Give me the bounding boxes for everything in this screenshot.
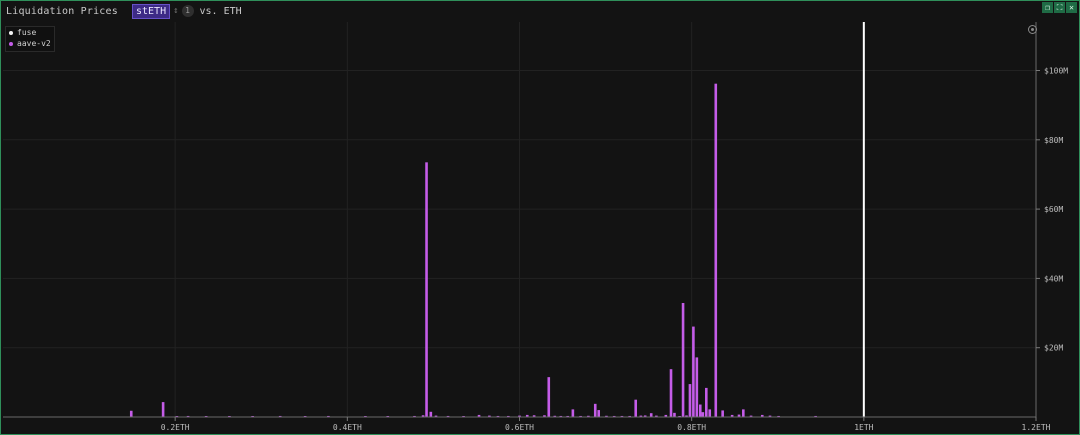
bar-aave-v2 [673,412,676,417]
y-tick-label: $20M [1044,344,1063,353]
bar-aave-v2 [669,369,673,417]
bar-aave-v2 [129,410,133,417]
bar-aave-v2 [597,410,600,417]
legend-item-aave-v2[interactable]: aave-v2 [6,38,54,49]
bar-aave-v2 [708,409,712,417]
bar-aave-v2 [692,326,695,417]
y-tick-label: $40M [1044,274,1063,283]
bar-aave-v2 [429,411,433,417]
y-tick-label: $60M [1044,205,1063,214]
bar-aave-v2 [688,384,692,417]
x-tick-label: 0.6ETH [505,423,534,432]
chart-panel: Liquidation Prices stETH ↕ 1 vs. ETH ❐ ⛶… [0,0,1080,435]
bar-aave-v2 [698,404,702,417]
bar-aave-v2 [721,410,724,417]
bar-aave-v2 [742,409,745,417]
bar-aave-v2 [547,377,551,417]
bar-aave-v2 [571,409,575,417]
y-tick-label: $80M [1044,136,1063,145]
bar-aave-v2 [714,83,718,418]
x-tick-label: 0.4ETH [333,423,362,432]
bar-aave-v2 [701,412,705,417]
bar-aave-v2 [161,402,165,417]
legend-item-fuse[interactable]: fuse [6,27,54,38]
legend: fuse aave-v2 [5,26,55,52]
bar-aave-v2 [649,413,653,417]
legend-label: aave-v2 [17,39,51,48]
liquidation-chart: 0.2ETH 0.4ETH 0.6ETH 0.8ETH 1ETH 1.2ETH $20M $… [3,22,1068,432]
bar-aave-v2 [681,303,685,417]
x-tick-label: 1.2ETH [1022,423,1051,432]
x-tick-label: 1ETH [854,423,873,432]
y-tick-label: $100M [1044,67,1068,76]
bar-aave-v2 [705,387,708,417]
bar-aave-v2 [593,403,597,417]
legend-label: fuse [17,28,37,37]
x-tick-label: 0.8ETH [677,423,706,432]
settings-icon[interactable] [1028,25,1037,34]
legend-swatch [9,41,13,46]
legend-swatch [9,30,13,35]
bar-aave-v2 [634,399,638,417]
bar-aave-v2 [695,357,699,417]
x-tick-label: 0.2ETH [161,423,190,432]
bar-aave-v2 [425,162,428,417]
